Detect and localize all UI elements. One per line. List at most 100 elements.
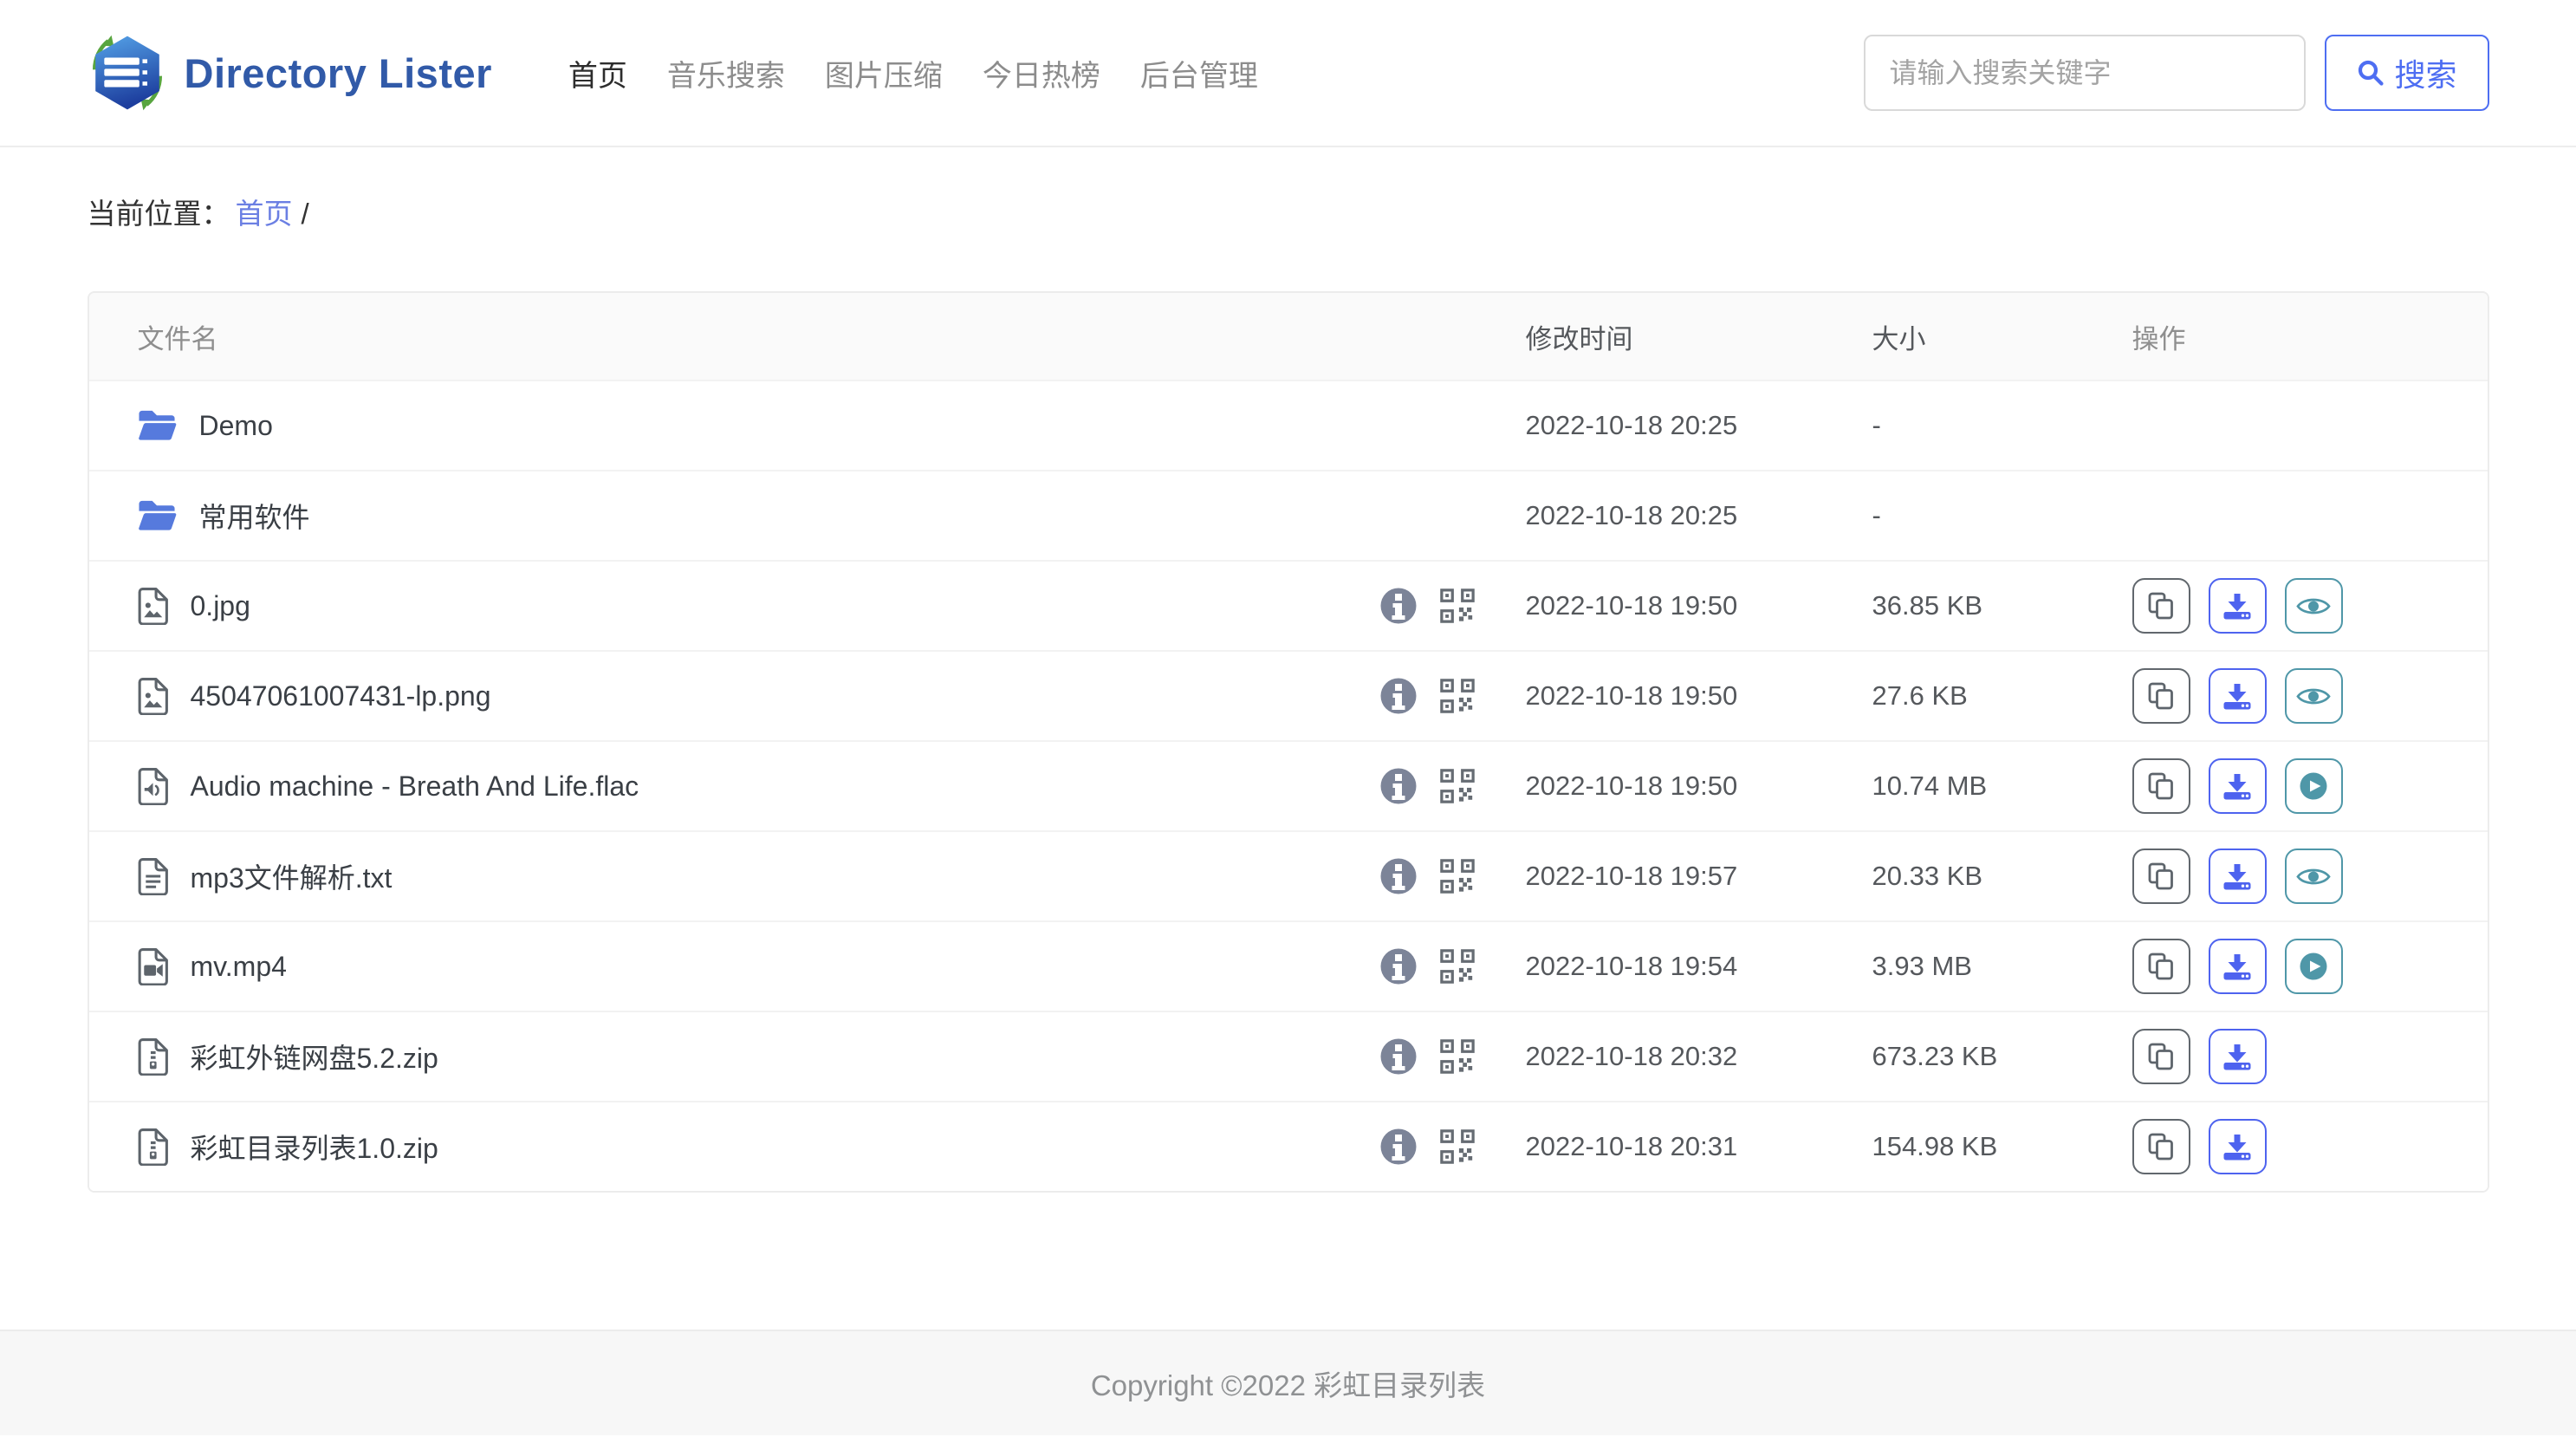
nav-item-music-search[interactable]: 音乐搜索 (667, 52, 785, 94)
brand[interactable]: Directory Lister (88, 33, 492, 113)
eye-icon (2296, 865, 2331, 888)
preview-button[interactable] (2284, 849, 2343, 904)
search-button[interactable]: 搜索 (2324, 35, 2489, 111)
nav-item-admin[interactable]: 后台管理 (1140, 52, 1258, 94)
file-name[interactable]: mp3文件解析.txt (191, 856, 393, 896)
info-icon[interactable] (1379, 856, 1418, 896)
table-row[interactable]: Audio machine - Breath And Life.flac 202… (88, 740, 2488, 830)
file-name[interactable]: Audio machine - Breath And Life.flac (191, 771, 639, 803)
download-button[interactable] (2208, 849, 2267, 904)
copy-button[interactable] (2132, 849, 2190, 904)
file-name[interactable]: mv.mp4 (191, 951, 287, 983)
row-actions (2132, 578, 2488, 634)
copyright-text: Copyright ©2022 彩虹目录列表 (1090, 1369, 1486, 1401)
info-icon[interactable] (1379, 946, 1418, 986)
table-row[interactable]: mp3文件解析.txt 2022-10-18 19:57 20.33 KB (88, 830, 2488, 920)
info-icon[interactable] (1379, 676, 1418, 716)
table-row[interactable]: 45047061007431-lp.png 2022-10-18 19:50 2… (88, 650, 2488, 740)
breadcrumb-prefix: 当前位置： (87, 198, 230, 230)
download-button[interactable] (2208, 1029, 2267, 1084)
modified-time: 2022-10-18 19:57 (1525, 861, 1738, 891)
file-name[interactable]: 常用软件 (199, 496, 310, 536)
download-icon (2222, 680, 2253, 712)
download-icon (2222, 771, 2253, 802)
table-row[interactable]: mv.mp4 2022-10-18 19:54 3.93 MB (88, 920, 2488, 1011)
copy-button[interactable] (2132, 939, 2190, 994)
copy-button[interactable] (2132, 668, 2190, 724)
info-icon[interactable] (1379, 586, 1418, 626)
modified-time: 2022-10-18 19:50 (1525, 771, 1738, 801)
row-actions (2132, 939, 2488, 994)
info-icon[interactable] (1379, 766, 1418, 806)
copy-icon (2146, 1042, 2176, 1071)
table-body: Demo 2022-10-18 20:25 - 常用软件 2022-10-18 … (88, 380, 2488, 1191)
download-button[interactable] (2208, 758, 2267, 814)
file-name[interactable]: 0.jpg (191, 590, 250, 622)
page-footer: Copyright ©2022 彩虹目录列表 (0, 1330, 2576, 1435)
search-input[interactable] (1863, 35, 2306, 111)
file-size: 20.33 KB (1872, 861, 1983, 891)
nav-item-home[interactable]: 首页 (568, 52, 627, 94)
breadcrumb-home-link[interactable]: 首页 (236, 198, 293, 230)
modified-time: 2022-10-18 19:50 (1525, 680, 1738, 711)
file-table: 文件名 修改时间 大小 操作 Demo 2022-10-18 20:25 - 常… (87, 291, 2489, 1193)
download-button[interactable] (2208, 939, 2267, 994)
breadcrumb: 当前位置： 首页 / (88, 147, 2489, 232)
folder-icon (138, 409, 177, 442)
file-name[interactable]: 45047061007431-lp.png (191, 680, 491, 712)
qrcode-icon[interactable] (1439, 948, 1476, 985)
qrcode-icon[interactable] (1439, 858, 1476, 894)
table-row[interactable]: 常用软件 2022-10-18 20:25 - (88, 470, 2488, 560)
table-row[interactable]: 彩虹目录列表1.0.zip 2022-10-18 20:31 154.98 KB (88, 1101, 2488, 1191)
modified-time: 2022-10-18 20:25 (1525, 410, 1738, 440)
preview-button[interactable] (2284, 578, 2343, 634)
table-row[interactable]: 彩虹外链网盘5.2.zip 2022-10-18 20:32 673.23 KB (88, 1011, 2488, 1101)
copy-icon (2146, 1132, 2176, 1161)
search-button-label: 搜索 (2394, 57, 2457, 93)
table-header-row: 文件名 修改时间 大小 操作 (88, 293, 2488, 380)
file-size: 3.93 MB (1872, 951, 1972, 981)
row-actions (2132, 668, 2488, 724)
nav-item-image-compress[interactable]: 图片压缩 (825, 52, 943, 94)
modified-time: 2022-10-18 20:25 (1525, 500, 1738, 530)
download-icon (2222, 951, 2253, 982)
search-icon (2356, 58, 2385, 88)
info-icon[interactable] (1379, 1127, 1418, 1167)
row-actions (2132, 1119, 2488, 1174)
table-row[interactable]: Demo 2022-10-18 20:25 - (88, 380, 2488, 470)
download-button[interactable] (2208, 668, 2267, 724)
file-name[interactable]: 彩虹外链网盘5.2.zip (191, 1037, 438, 1076)
preview-button[interactable] (2284, 668, 2343, 724)
nav-item-hot-list[interactable]: 今日热榜 (983, 52, 1100, 94)
qrcode-icon[interactable] (1439, 1038, 1476, 1075)
file-name[interactable]: 彩虹目录列表1.0.zip (191, 1127, 438, 1167)
table-row[interactable]: 0.jpg 2022-10-18 19:50 36.85 KB (88, 560, 2488, 650)
qrcode-icon[interactable] (1439, 678, 1476, 714)
copy-icon (2146, 771, 2176, 801)
download-button[interactable] (2208, 578, 2267, 634)
download-button[interactable] (2208, 1119, 2267, 1174)
copy-button[interactable] (2132, 1029, 2190, 1084)
modified-time: 2022-10-18 19:50 (1525, 590, 1738, 621)
column-header-size: 大小 (1872, 323, 1926, 354)
copy-button[interactable] (2132, 578, 2190, 634)
text-file-icon (138, 857, 168, 895)
app-logo-icon (88, 33, 167, 113)
play-button[interactable] (2284, 758, 2343, 814)
brand-name: Directory Lister (184, 49, 492, 96)
file-size: 154.98 KB (1872, 1131, 1998, 1161)
file-name[interactable]: Demo (199, 410, 273, 442)
copy-button[interactable] (2132, 758, 2190, 814)
info-icon[interactable] (1379, 1037, 1418, 1076)
qrcode-icon[interactable] (1439, 768, 1476, 804)
play-button[interactable] (2284, 939, 2343, 994)
modified-time: 2022-10-18 19:54 (1525, 951, 1738, 981)
folder-icon (138, 499, 177, 532)
qrcode-icon[interactable] (1439, 588, 1476, 624)
search-bar: 搜索 (1863, 35, 2489, 111)
row-actions (2132, 758, 2488, 814)
play-icon (2299, 952, 2328, 981)
zip-file-icon (138, 1128, 168, 1166)
qrcode-icon[interactable] (1439, 1128, 1476, 1165)
copy-button[interactable] (2132, 1119, 2190, 1174)
